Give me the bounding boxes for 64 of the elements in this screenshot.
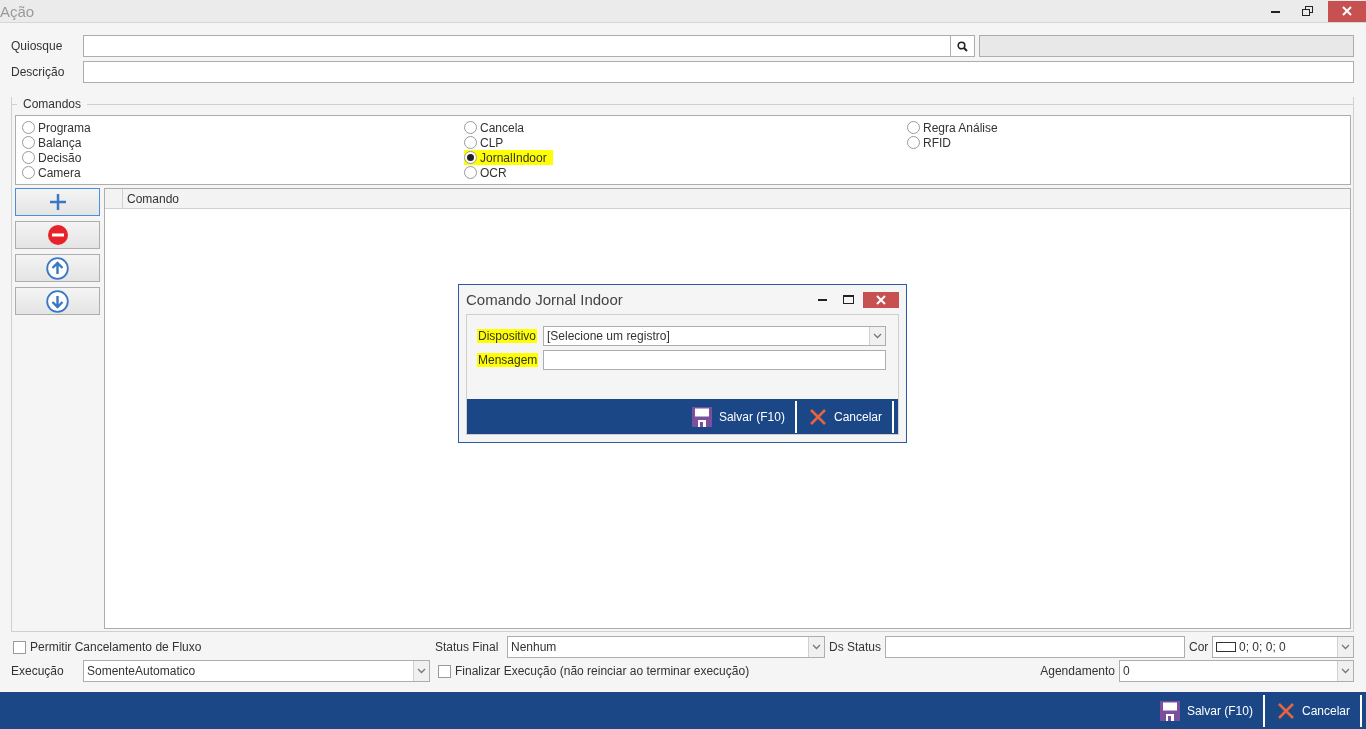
kiosk-input[interactable]: [83, 35, 951, 57]
field-label: Quiosque: [11, 39, 64, 53]
color-swatch: [1216, 642, 1237, 652]
close-icon: [876, 294, 886, 305]
radio-option[interactable]: Programa: [22, 120, 97, 135]
arrow-up-circle-icon: [46, 256, 69, 280]
close-button[interactable]: [1328, 0, 1366, 22]
caret-icon: [812, 644, 821, 650]
schedule-select[interactable]: 0: [1119, 660, 1354, 682]
search-icon: [957, 40, 968, 52]
cancel-button[interactable]: Cancelar: [796, 400, 894, 433]
close-icon: [1276, 701, 1295, 720]
radio-option[interactable]: CLP: [464, 135, 510, 150]
caret-icon: [1341, 644, 1350, 650]
cancel-button[interactable]: Cancelar: [1264, 694, 1362, 727]
radio-option[interactable]: Decisão: [22, 150, 88, 165]
device-select[interactable]: [Selecione um registro]: [543, 326, 886, 346]
column-header: Comando: [126, 191, 181, 208]
status-select[interactable]: Nenhum: [507, 636, 825, 658]
checkbox-option[interactable]: Finalizar Execução (não reinciar ao terminar execução): [438, 664, 1041, 678]
description-input[interactable]: [83, 61, 1354, 83]
color-select[interactable]: 0; 0; 0; 0: [1212, 636, 1354, 658]
save-button[interactable]: Salvar (F10): [679, 400, 797, 433]
radio-option[interactable]: Camera: [22, 165, 87, 180]
minimize-icon: [817, 298, 827, 301]
remove-button[interactable]: [15, 221, 100, 249]
dialog-title: Comando Jornal Indoor: [466, 291, 623, 308]
caret-icon: [417, 668, 426, 674]
search-button[interactable]: [951, 35, 975, 57]
add-button[interactable]: [15, 188, 100, 216]
field-label: Status Final: [435, 640, 500, 654]
field-label: Cor: [1188, 640, 1210, 654]
field-label: Agendamento: [1040, 664, 1116, 678]
caret-icon: [1341, 668, 1350, 674]
radio-option[interactable]: Regra Análise: [907, 120, 1004, 135]
radio-option[interactable]: OCR: [464, 165, 513, 180]
close-button[interactable]: [863, 291, 899, 308]
field-label: Dispositivo: [477, 329, 538, 343]
field-label: Execução: [11, 664, 65, 678]
close-icon: [808, 407, 827, 426]
field-label: Mensagem: [477, 353, 539, 367]
plus-icon: [48, 193, 67, 211]
caret-icon: [873, 333, 882, 339]
group-title: Comandos: [22, 97, 83, 111]
move-down-button[interactable]: [15, 287, 100, 315]
checkbox-option[interactable]: Permitir Cancelamento de Fluxo: [11, 640, 435, 654]
execution-select[interactable]: SomenteAutomatico: [83, 660, 430, 682]
field-label: Ds Status: [828, 640, 883, 654]
window-title: Ação: [0, 2, 35, 20]
move-up-button[interactable]: [15, 254, 100, 282]
save-button[interactable]: Salvar (F10): [1147, 694, 1265, 727]
radio-option[interactable]: JornalIndoor: [464, 150, 553, 165]
close-icon: [1342, 6, 1352, 16]
arrow-down-circle-icon: [46, 289, 69, 313]
radio-option[interactable]: Balança: [22, 135, 88, 150]
radio-option[interactable]: RFID: [907, 135, 957, 150]
restore-icon: [1301, 6, 1313, 16]
maximize-icon: [842, 295, 854, 304]
radio-option[interactable]: Cancela: [464, 120, 531, 135]
minus-circle-icon: [47, 225, 68, 245]
minimize-icon: [1270, 9, 1280, 13]
field-label: Descrição: [11, 65, 66, 79]
status-description-input[interactable]: [885, 636, 1186, 658]
message-input[interactable]: [543, 350, 886, 370]
